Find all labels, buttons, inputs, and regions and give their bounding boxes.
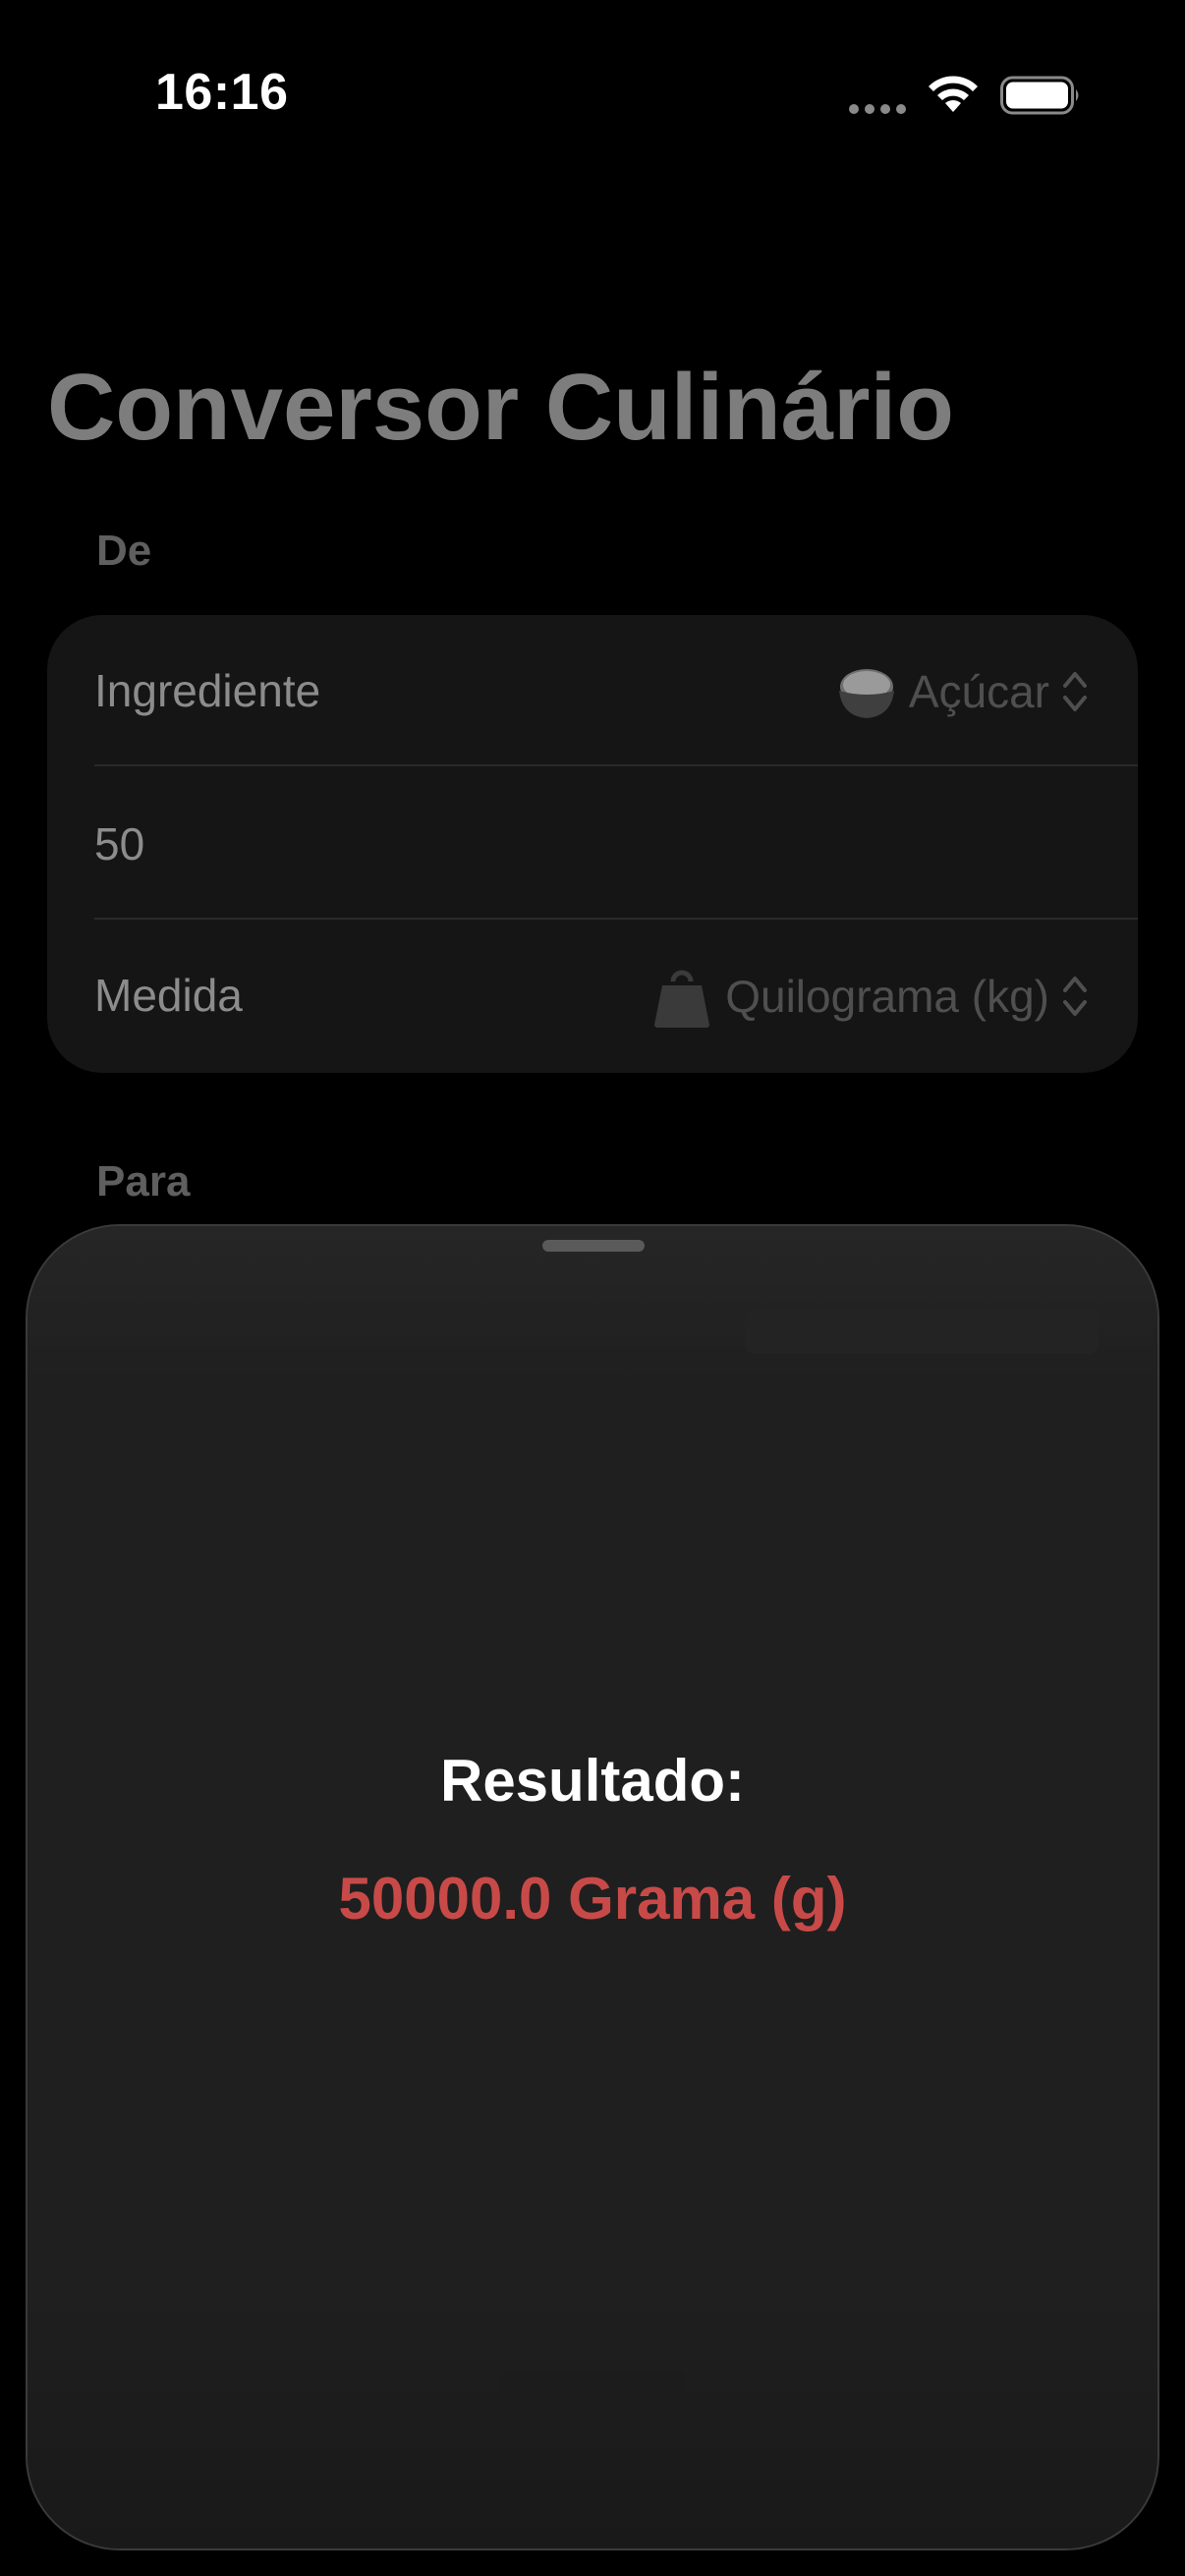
chevron-up-down-icon [1063,672,1087,711]
result-sheet[interactable]: Resultado: 50000.0 Grama (g) [26,1224,1159,2550]
measure-value: Quilograma (kg) [725,971,1049,1022]
chevron-up-down-icon [1063,977,1087,1016]
amount-field[interactable]: 50 [94,768,1138,922]
result-value: 50000.0 Grama (g) [338,1866,847,1932]
ingredient-label: Ingrediente [94,665,321,716]
ingredient-value: Açúcar [908,666,1049,717]
measure-row[interactable]: Medida Quilograma (kg) [94,920,1138,1073]
obscured-picker [745,1309,1099,1354]
sheet-background [28,2293,1157,2548]
page-title: Conversor Culinário [47,355,954,460]
measure-label: Medida [94,970,243,1021]
obscured-button [499,2370,686,2411]
sheet-grabber[interactable] [542,1240,645,1252]
section-header-from: De [96,527,152,575]
result-title: Resultado: [439,1748,746,1814]
weight-icon [654,970,710,1028]
divider [94,764,1138,766]
ingredient-picker[interactable]: Açúcar [836,654,1089,729]
amount-value: 50 [94,818,145,869]
from-form-card: Ingrediente Açúcar 50 Medida Quilograma … [47,615,1138,1073]
measure-picker[interactable]: Quilograma (kg) [650,959,1089,1034]
ingredient-row[interactable]: Ingrediente Açúcar [94,615,1138,768]
section-header-to: Para [96,1157,191,1205]
rice-bowl-icon [838,669,894,718]
